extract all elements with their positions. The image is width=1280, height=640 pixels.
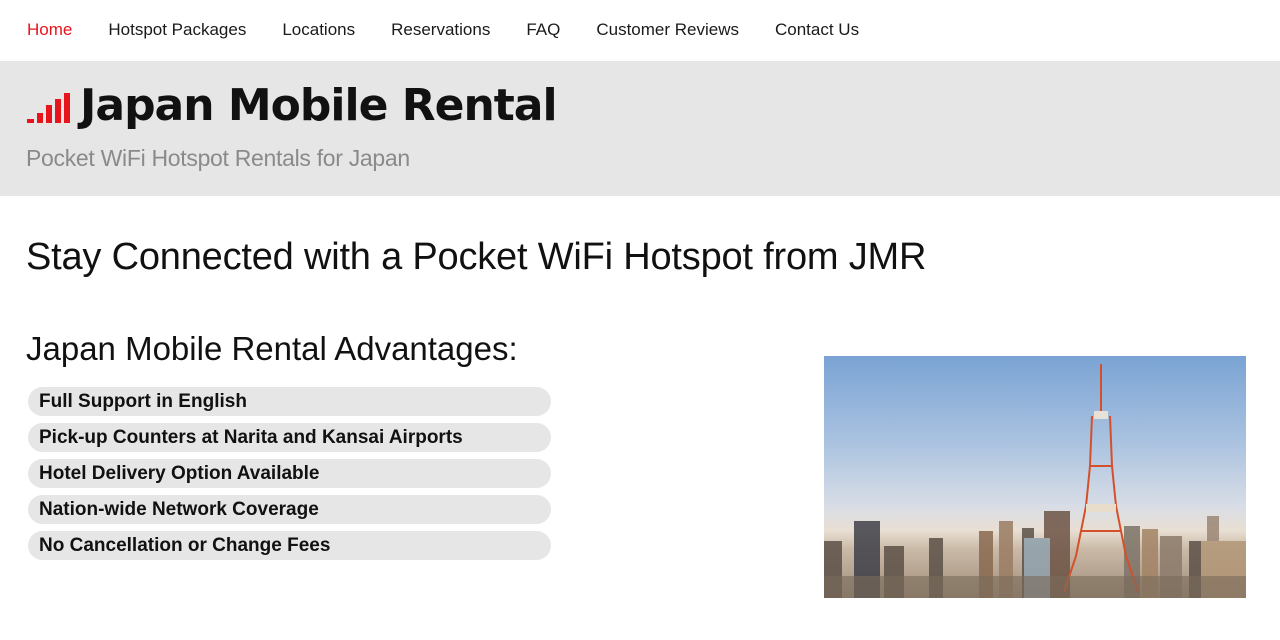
top-nav: Home Hotspot Packages Locations Reservat… — [0, 0, 1280, 60]
nav-contact-us[interactable]: Contact Us — [775, 0, 859, 60]
advantage-item: Pick-up Counters at Narita and Kansai Ai… — [28, 423, 551, 452]
nav-home[interactable]: Home — [27, 0, 72, 60]
nav-reservations[interactable]: Reservations — [391, 0, 490, 60]
site-logo[interactable]: Japan Mobile Rental — [27, 80, 558, 131]
nav-locations[interactable]: Locations — [282, 0, 355, 60]
advantage-item: Nation-wide Network Coverage — [28, 495, 551, 524]
skyline-illustration — [824, 364, 1246, 598]
logo-text: Japan Mobile Rental — [80, 80, 558, 131]
nav-hotspot-packages[interactable]: Hotspot Packages — [108, 0, 246, 60]
advantage-item: Full Support in English — [28, 387, 551, 416]
tokyo-tower — [1063, 364, 1139, 593]
advantage-item: No Cancellation or Change Fees — [28, 531, 551, 560]
signal-bars-icon — [27, 93, 70, 131]
tokyo-tower-image — [824, 356, 1246, 598]
nav-faq[interactable]: FAQ — [526, 0, 560, 60]
advantages-list: Full Support in English Pick-up Counters… — [28, 387, 551, 567]
nav-customer-reviews[interactable]: Customer Reviews — [596, 0, 739, 60]
advantages-title: Japan Mobile Rental Advantages: — [26, 330, 518, 367]
advantage-item: Hotel Delivery Option Available — [28, 459, 551, 488]
tagline: Pocket WiFi Hotspot Rentals for Japan — [26, 145, 410, 171]
site-banner: Japan Mobile Rental Pocket WiFi Hotspot … — [0, 61, 1280, 196]
page-headline: Stay Connected with a Pocket WiFi Hotspo… — [26, 236, 927, 278]
